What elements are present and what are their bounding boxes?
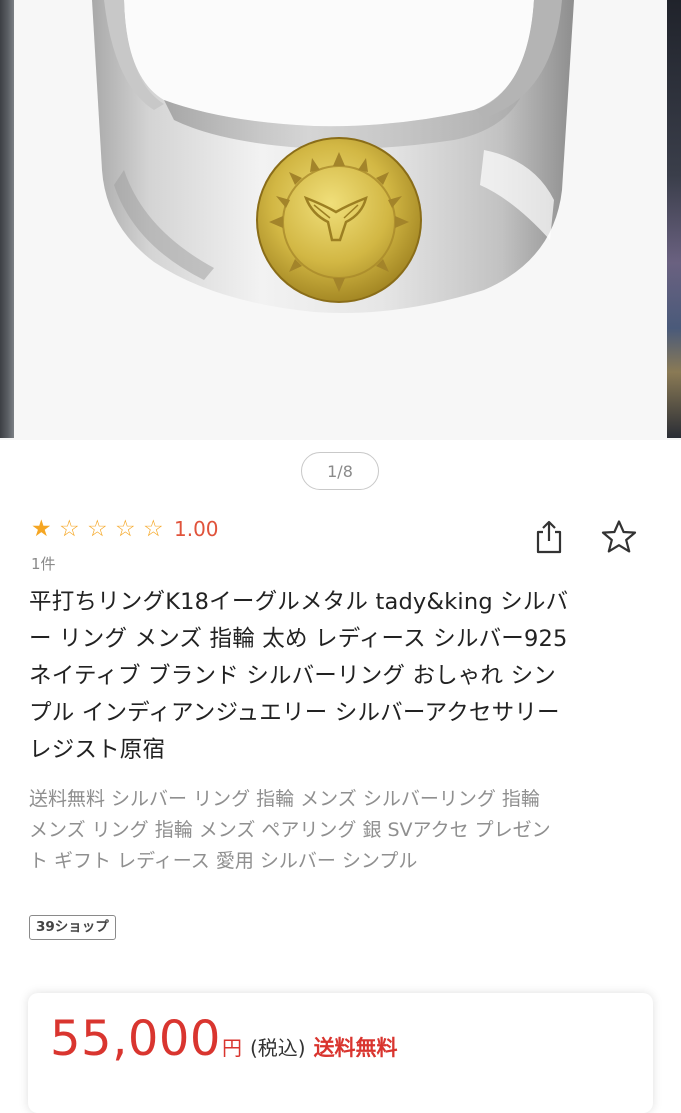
free-shipping-label: 送料無料 [313, 1036, 398, 1060]
product-image-carousel[interactable] [0, 0, 681, 440]
share-button[interactable] [530, 517, 568, 557]
subtitle-line: 送料無料 シルバー リング 指輪 メンズ シルバーリング 指輪 [29, 788, 540, 810]
title-line: レジスト原宿 [29, 737, 166, 763]
product-subtitle: 送料無料 シルバー リング 指輪 メンズ シルバーリング 指輪 メンズ リング … [29, 784, 649, 877]
rating-stars: ★ ☆ ☆ ☆ ☆ [31, 516, 171, 542]
rating-value: 1.00 [174, 517, 219, 541]
price-card: 55,000 円 (税込) 送料無料 [28, 993, 653, 1113]
star-empty-icon: ☆ [87, 516, 108, 542]
rating-summary[interactable]: ★ ☆ ☆ ☆ ☆ 1.00 [31, 516, 219, 542]
shop-39-badge: 39ショップ [29, 915, 116, 940]
star-filled-icon: ★ [31, 516, 52, 542]
star-empty-icon: ☆ [143, 516, 164, 542]
previous-image-peek[interactable] [0, 0, 14, 438]
title-line: プル インディアンジュエリー シルバーアクセサリー [29, 700, 560, 726]
price-currency: 円 [221, 1036, 242, 1060]
subtitle-line: メンズ リング 指輪 メンズ ペアリング 銀 SVアクセ プレゼン [29, 819, 551, 841]
subtitle-line: ト ギフト レディース 愛用 シルバー シンプル [29, 850, 418, 872]
price-line: 55,000 円 (税込) 送料無料 [50, 1011, 398, 1067]
star-empty-icon: ☆ [59, 516, 80, 542]
star-empty-icon: ☆ [115, 516, 136, 542]
title-line: ー リング メンズ 指輪 太め レディース シルバー925 [29, 626, 568, 652]
review-count[interactable]: 1件 [31, 553, 56, 574]
price-amount: 55,000 [50, 1011, 221, 1067]
image-page-indicator: 1/8 [301, 452, 379, 490]
next-image-peek[interactable] [667, 0, 681, 438]
product-title: 平打ちリングK18イーグルメタル tady&king シルバ ー リング メンズ… [29, 584, 649, 769]
title-line: ネイティブ ブランド シルバーリング おしゃれ シン [29, 663, 557, 689]
title-line: 平打ちリングK18イーグルメタル tady&king シルバ [29, 589, 569, 615]
favorite-button[interactable] [600, 517, 638, 557]
tax-included-note: (税込) [249, 1036, 306, 1060]
share-icon [536, 520, 562, 554]
product-photo[interactable] [14, 0, 667, 440]
star-outline-icon [601, 520, 637, 553]
